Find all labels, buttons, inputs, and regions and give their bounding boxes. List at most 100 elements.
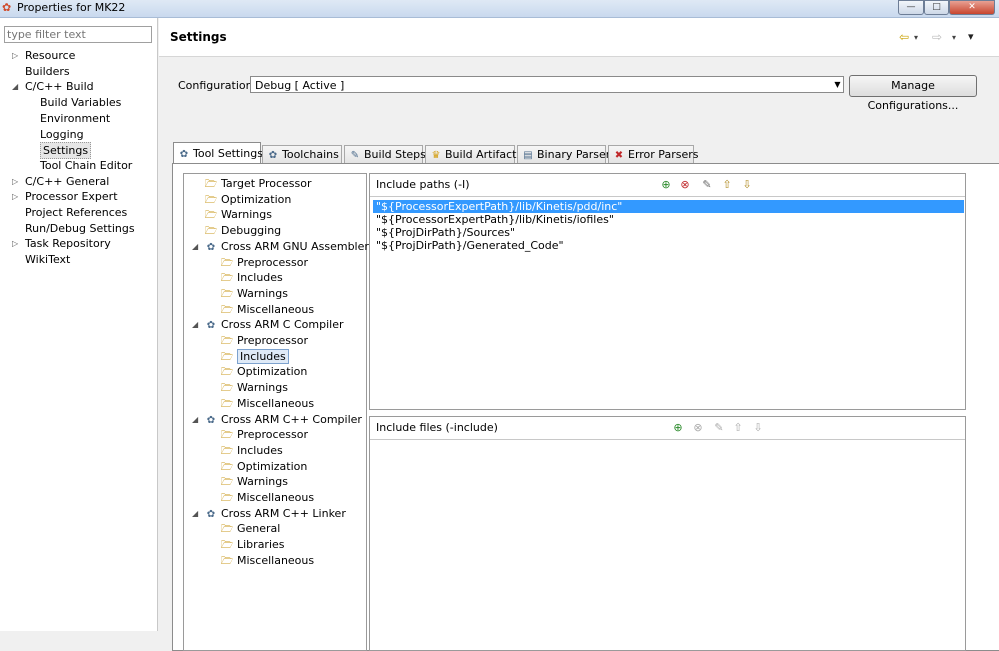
edit-icon[interactable]: ✎ xyxy=(712,421,726,435)
nav-item[interactable]: Run/Debug Settings xyxy=(25,221,135,236)
folder-icon: 🗁 xyxy=(220,336,234,347)
chevron-down-icon[interactable]: ▼ xyxy=(831,76,844,93)
collapsed-arrow-icon[interactable]: ▷ xyxy=(12,192,18,201)
filter-input[interactable] xyxy=(4,26,152,43)
nav-item[interactable]: Environment xyxy=(40,111,110,126)
include-paths-list[interactable]: "${ProcessorExpertPath}/lib/Kinetis/pdd/… xyxy=(370,197,965,407)
tool-tree-item[interactable]: 🗁 Libraries xyxy=(220,537,285,552)
configuration-label: Configuration: xyxy=(178,79,257,92)
nav-item[interactable]: Build Variables xyxy=(40,95,121,110)
tool-tree-item[interactable]: 🗁 Warnings xyxy=(220,474,288,489)
expanded-arrow-icon[interactable]: ◢ xyxy=(192,415,198,424)
move-down-icon[interactable]: ⇩ xyxy=(740,178,754,192)
folder-icon: 🗁 xyxy=(220,461,234,473)
include-path-item[interactable]: "${ProcessorExpertPath}/lib/Kinetis/iofi… xyxy=(373,213,614,226)
manage-configurations-button[interactable]: Manage Configurations... xyxy=(849,75,977,112)
tool-tree-item[interactable]: 🗁 Optimization xyxy=(204,192,292,207)
tool-tree-item[interactable]: 🗁 Warnings xyxy=(220,380,288,395)
include-path-item[interactable]: "${ProjDirPath}/Generated_Code" xyxy=(373,239,564,252)
expanded-arrow-icon[interactable]: ◢ xyxy=(192,320,198,329)
edit-icon[interactable]: ✎ xyxy=(700,178,714,192)
view-menu-icon[interactable]: ▾ xyxy=(968,30,974,43)
tool-tree-label: Warnings xyxy=(237,381,288,395)
tool-tree-item[interactable]: 🗁 Preprocessor xyxy=(220,427,308,442)
move-down-icon[interactable]: ⇩ xyxy=(751,421,765,435)
page-title: Settings xyxy=(170,30,227,44)
expanded-arrow-icon[interactable]: ◢ xyxy=(192,509,198,518)
tool-tree-item[interactable]: 🗁 Debugging xyxy=(204,223,281,238)
nav-item[interactable]: C/C++ Build xyxy=(25,79,94,94)
window-titlebar[interactable]: ✿ Properties for MK22 — □ ✕ xyxy=(0,0,999,18)
tool-tree-item[interactable]: 🗁 Miscellaneous xyxy=(220,396,314,411)
tool-tree-item[interactable]: 🗁 Miscellaneous xyxy=(220,553,314,568)
forward-menu-icon[interactable]: ▾ xyxy=(952,33,956,42)
expanded-arrow-icon[interactable]: ◢ xyxy=(192,242,198,251)
back-arrow-icon[interactable]: ⇦ xyxy=(899,30,909,44)
tool-tree-item[interactable]: 🗁 Preprocessor xyxy=(220,255,308,270)
move-up-icon[interactable]: ⇧ xyxy=(731,421,745,435)
tool-tree-label: Preprocessor xyxy=(237,428,309,442)
tool-tree-item[interactable]: 🗁 General xyxy=(220,521,281,536)
add-icon[interactable]: ⊕ xyxy=(671,421,685,435)
tool-tree-item[interactable]: 🗁 Warnings xyxy=(220,286,288,301)
nav-item[interactable]: WikiText xyxy=(25,252,70,267)
tab-build-artifact[interactable]: ♛ Build Artifact xyxy=(425,145,517,163)
forward-arrow-icon[interactable]: ⇨ xyxy=(932,30,942,44)
add-icon[interactable]: ⊕ xyxy=(659,178,673,192)
collapsed-arrow-icon[interactable]: ▷ xyxy=(12,177,18,186)
delete-icon[interactable]: ⊗ xyxy=(678,178,692,192)
tool-tree-item[interactable]: 🗁 Miscellaneous xyxy=(220,302,314,317)
include-path-item[interactable]: "${ProcessorExpertPath}/lib/Kinetis/pdd/… xyxy=(373,200,964,213)
nav-item[interactable]: Project References xyxy=(25,205,127,220)
delete-icon[interactable]: ⊗ xyxy=(691,421,705,435)
close-button[interactable]: ✕ xyxy=(949,0,995,15)
folder-icon: 🗁 xyxy=(220,383,234,395)
nav-item[interactable]: C/C++ General xyxy=(25,174,109,189)
configuration-value: Debug [ Active ] xyxy=(255,79,345,92)
tool-tree-item[interactable]: 🗁 Includes xyxy=(220,270,283,285)
include-path-item[interactable]: "${ProjDirPath}/Sources" xyxy=(373,226,515,239)
minimize-button[interactable]: — xyxy=(898,0,924,15)
tool-tree-item[interactable]: 🗁 Includes xyxy=(220,443,283,458)
expanded-arrow-icon[interactable]: ◢ xyxy=(12,82,18,91)
collapsed-arrow-icon[interactable]: ▷ xyxy=(12,51,18,60)
tab-toolchains[interactable]: ✿ Toolchains xyxy=(262,145,342,163)
nav-item[interactable]: Builders xyxy=(25,64,70,79)
tool-tree-item[interactable]: 🗁 Includes xyxy=(220,348,289,364)
tool-tree-item[interactable]: 🗁 Miscellaneous xyxy=(220,490,314,505)
tool-tree-item[interactable]: 🗁 Target Processor xyxy=(204,176,312,191)
tool-tree-item[interactable]: ✿ Cross ARM GNU Assembler xyxy=(204,239,369,254)
folder-icon: 🗁 xyxy=(204,226,218,238)
nav-item[interactable]: Logging xyxy=(40,127,84,142)
tool-tree-item[interactable]: 🗁 Preprocessor xyxy=(220,333,308,348)
tool-tree-item[interactable]: 🗁 Optimization xyxy=(220,364,308,379)
nav-item[interactable]: Processor Expert xyxy=(25,189,118,204)
folder-icon: 🗁 xyxy=(220,351,234,363)
nav-item[interactable]: Settings xyxy=(40,142,92,160)
tool-tree-item[interactable]: 🗁 Optimization xyxy=(220,459,308,474)
move-up-icon[interactable]: ⇧ xyxy=(720,178,734,192)
tool-tree-label: Cross ARM C++ Linker xyxy=(221,506,346,520)
nav-item[interactable]: Task Repository xyxy=(25,236,111,251)
configuration-select[interactable]: Debug [ Active ] xyxy=(250,76,844,93)
tab-binary-parsers[interactable]: ▤ Binary Parsers xyxy=(517,145,616,163)
include-files-list[interactable] xyxy=(370,440,965,645)
tab-icon: ✿ xyxy=(179,149,189,160)
folder-icon: 🗁 xyxy=(220,524,234,536)
tool-tree-item[interactable]: 🗁 Warnings xyxy=(204,207,272,222)
tool-tree-item[interactable]: ✿ Cross ARM C Compiler xyxy=(204,317,344,332)
collapsed-arrow-icon[interactable]: ▷ xyxy=(12,239,18,248)
tab-build-steps[interactable]: ✎ Build Steps xyxy=(344,145,426,163)
back-menu-icon[interactable]: ▾ xyxy=(914,33,918,42)
tab-tool-settings[interactable]: ✿ Tool Settings xyxy=(173,142,263,164)
tool-tree-label: Warnings xyxy=(221,208,272,222)
tool-tree-item[interactable]: ✿ Cross ARM C++ Linker xyxy=(204,506,346,521)
maximize-button[interactable]: □ xyxy=(924,0,949,15)
tool-tree-item[interactable]: ✿ Cross ARM C++ Compiler xyxy=(204,412,362,427)
nav-item[interactable]: Tool Chain Editor xyxy=(40,158,132,173)
tool-tree-label: Preprocessor xyxy=(237,334,309,347)
folder-icon: 🗁 xyxy=(220,398,234,410)
tab-error-parsers[interactable]: ✖ Error Parsers xyxy=(608,145,698,163)
folder-icon: 🗁 xyxy=(204,179,218,190)
nav-item[interactable]: Resource xyxy=(25,48,75,63)
